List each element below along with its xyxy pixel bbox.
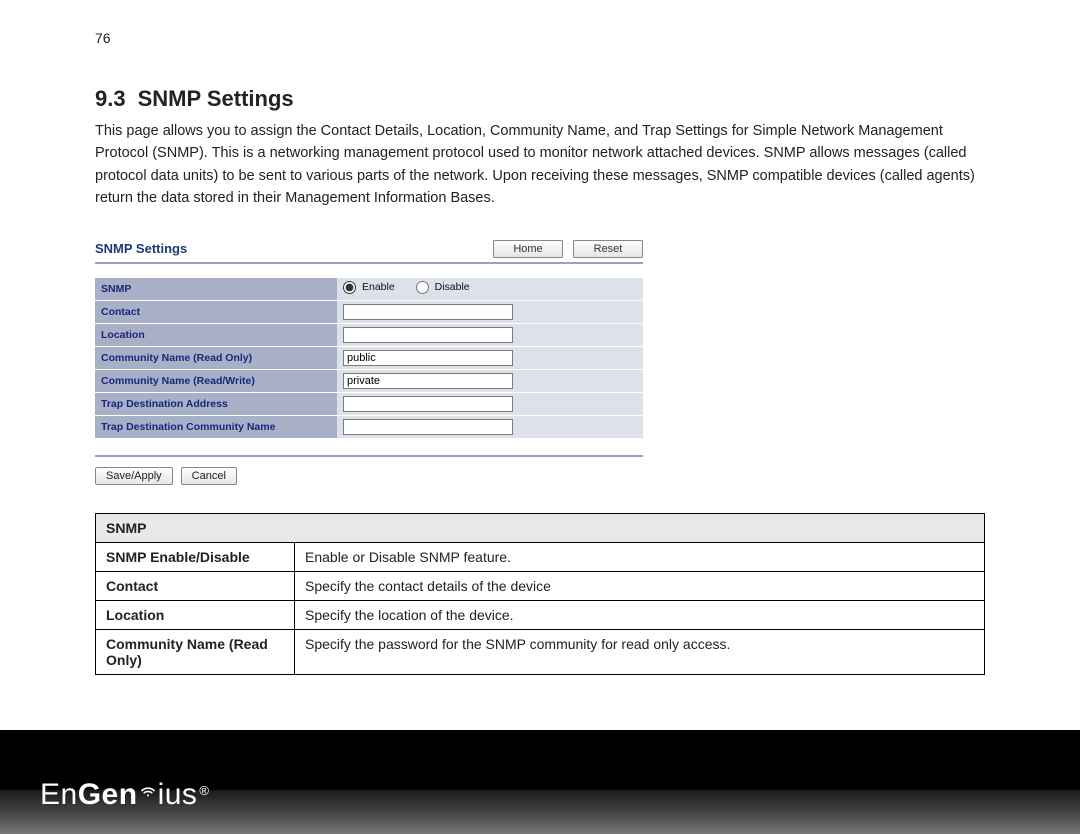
- desc-row: Contact Specify the contact details of t…: [96, 571, 985, 600]
- desc-text: Specify the contact details of the devic…: [295, 571, 985, 600]
- brand-logo: EnGen ius®: [40, 778, 208, 812]
- snmp-enable-option[interactable]: Enable: [343, 281, 395, 294]
- desc-row: Location Specify the location of the dev…: [96, 600, 985, 629]
- label-community-rw: Community Name (Read/Write): [95, 369, 337, 392]
- desc-row: SNMP Enable/Disable Enable or Disable SN…: [96, 542, 985, 571]
- row-trap-comm: Trap Destination Community Name: [95, 415, 643, 438]
- row-community-rw: Community Name (Read/Write): [95, 369, 643, 392]
- brand-suffix: ius: [158, 778, 198, 812]
- snmp-disable-label: Disable: [435, 281, 470, 293]
- contact-input[interactable]: [343, 304, 513, 320]
- desc-key: SNMP Enable/Disable: [96, 542, 295, 571]
- section-title: SNMP Settings: [138, 86, 294, 111]
- row-snmp: SNMP Enable Disable: [95, 278, 643, 301]
- row-community-ro: Community Name (Read Only): [95, 346, 643, 369]
- snmp-disable-option[interactable]: Disable: [416, 281, 470, 294]
- label-location: Location: [95, 323, 337, 346]
- community-ro-input[interactable]: [343, 350, 513, 366]
- panel-divider: [95, 455, 643, 457]
- page-number: 76: [95, 30, 985, 46]
- save-apply-button[interactable]: Save/Apply: [95, 467, 173, 485]
- desc-header-row: SNMP: [96, 513, 985, 542]
- panel-title: SNMP Settings: [95, 241, 187, 256]
- desc-text: Specify the password for the SNMP commun…: [295, 629, 985, 674]
- label-trap-dest: Trap Destination Address: [95, 392, 337, 415]
- registered-icon: ®: [199, 783, 209, 798]
- label-snmp: SNMP: [95, 278, 337, 301]
- settings-form: SNMP Enable Disable Contact Locatio: [95, 278, 643, 439]
- label-contact: Contact: [95, 300, 337, 323]
- reset-button[interactable]: Reset: [573, 240, 643, 258]
- trap-dest-input[interactable]: [343, 396, 513, 412]
- section-number: 9.3: [95, 86, 126, 111]
- section-intro: This page allows you to assign the Conta…: [95, 120, 985, 210]
- snmp-enable-radio[interactable]: [343, 281, 356, 294]
- panel-header-buttons: Home Reset: [493, 240, 643, 258]
- label-community-ro: Community Name (Read Only): [95, 346, 337, 369]
- row-trap-dest: Trap Destination Address: [95, 392, 643, 415]
- desc-row: Community Name (Read Only) Specify the p…: [96, 629, 985, 674]
- desc-key: Community Name (Read Only): [96, 629, 295, 674]
- desc-key: Contact: [96, 571, 295, 600]
- panel-header: SNMP Settings Home Reset: [95, 240, 643, 264]
- row-contact: Contact: [95, 300, 643, 323]
- trap-comm-input[interactable]: [343, 419, 513, 435]
- wifi-icon: [139, 780, 157, 798]
- label-trap-comm: Trap Destination Community Name: [95, 415, 337, 438]
- desc-key: Location: [96, 600, 295, 629]
- brand-accent: Gen: [78, 778, 138, 812]
- home-button[interactable]: Home: [493, 240, 563, 258]
- community-rw-input[interactable]: [343, 373, 513, 389]
- cancel-button[interactable]: Cancel: [181, 467, 237, 485]
- desc-header: SNMP: [96, 513, 985, 542]
- snmp-settings-panel: SNMP Settings Home Reset SNMP Enable Dis…: [95, 240, 643, 485]
- snmp-enable-label: Enable: [362, 281, 395, 293]
- footer: EnGen ius®: [0, 730, 1080, 834]
- description-table: SNMP SNMP Enable/Disable Enable or Disab…: [95, 513, 985, 675]
- row-location: Location: [95, 323, 643, 346]
- value-snmp: Enable Disable: [337, 278, 643, 301]
- action-buttons: Save/Apply Cancel: [95, 467, 643, 485]
- desc-text: Specify the location of the device.: [295, 600, 985, 629]
- section-heading: 9.3 SNMP Settings: [95, 86, 985, 112]
- snmp-disable-radio[interactable]: [416, 281, 429, 294]
- brand-prefix: En: [40, 778, 78, 812]
- location-input[interactable]: [343, 327, 513, 343]
- desc-text: Enable or Disable SNMP feature.: [295, 542, 985, 571]
